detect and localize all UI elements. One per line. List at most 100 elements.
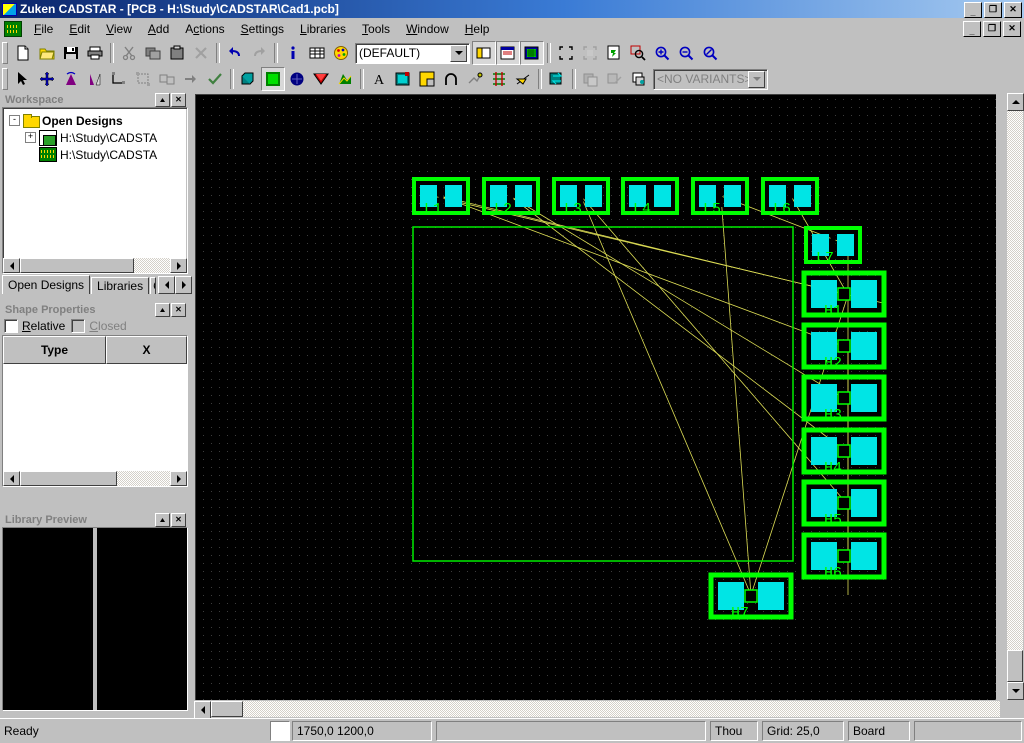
save-icon[interactable] bbox=[59, 41, 83, 65]
scroll-up-button[interactable] bbox=[1007, 93, 1024, 111]
library-pin-button[interactable] bbox=[155, 512, 170, 527]
scroll-thumb[interactable] bbox=[20, 258, 134, 273]
menu-settings[interactable]: Settings bbox=[233, 20, 292, 38]
menu-libraries[interactable]: Libraries bbox=[292, 20, 354, 38]
tab-custom[interactable]: Cu bbox=[150, 277, 157, 294]
mirror-icon[interactable] bbox=[83, 67, 107, 91]
new-icon[interactable] bbox=[11, 41, 35, 65]
workspace-hscrollbar[interactable] bbox=[3, 258, 187, 273]
colour-palette-icon[interactable] bbox=[329, 41, 353, 65]
scroll-track[interactable] bbox=[243, 701, 1000, 717]
workspace-pin-button[interactable] bbox=[155, 92, 170, 107]
chevron-down-icon[interactable] bbox=[450, 44, 467, 62]
arc-icon[interactable] bbox=[439, 67, 463, 91]
scroll-track[interactable] bbox=[117, 471, 170, 486]
tab-libraries[interactable]: Libraries bbox=[91, 277, 150, 294]
zoom-redraw-icon[interactable] bbox=[602, 41, 626, 65]
scroll-thumb[interactable] bbox=[211, 701, 243, 717]
tab-scroll-right-button[interactable] bbox=[175, 276, 193, 294]
column-header-x[interactable]: X bbox=[106, 336, 187, 364]
relative-checkbox[interactable] bbox=[4, 319, 18, 333]
components-3d-icon[interactable] bbox=[237, 67, 261, 91]
library-close-button[interactable]: ✕ bbox=[171, 512, 186, 527]
copy-icon[interactable] bbox=[141, 41, 165, 65]
text-a-icon[interactable]: A bbox=[367, 67, 391, 91]
move-icon[interactable] bbox=[35, 67, 59, 91]
menu-view[interactable]: View bbox=[98, 20, 140, 38]
scroll-left-button[interactable] bbox=[3, 471, 20, 486]
zoom-in-icon[interactable] bbox=[650, 41, 674, 65]
copper-pour-icon[interactable] bbox=[285, 67, 309, 91]
scroll-left-button[interactable] bbox=[3, 258, 20, 273]
zoom-selection-icon[interactable] bbox=[578, 41, 602, 65]
menu-edit[interactable]: Edit bbox=[61, 20, 98, 38]
close-button[interactable]: ✕ bbox=[1004, 2, 1022, 18]
workspace-close-button[interactable]: ✕ bbox=[171, 92, 186, 107]
print-icon[interactable] bbox=[83, 41, 107, 65]
tree-node-pcb[interactable]: H:\Study\CADSTA bbox=[9, 146, 187, 163]
net-icon[interactable] bbox=[487, 67, 511, 91]
open-folder-icon[interactable] bbox=[35, 41, 59, 65]
swap-icon[interactable] bbox=[545, 67, 569, 91]
zoom-previous-icon[interactable] bbox=[698, 41, 722, 65]
cut-scissors-icon[interactable] bbox=[117, 41, 141, 65]
shape-grid-body[interactable] bbox=[3, 364, 187, 471]
variant-combo[interactable]: <NO VARIANTS> bbox=[653, 68, 768, 90]
delete-x-icon[interactable] bbox=[189, 41, 213, 65]
figure-icon[interactable] bbox=[333, 67, 357, 91]
layers-icon[interactable] bbox=[472, 41, 496, 65]
undo-arrow-icon[interactable] bbox=[223, 41, 247, 65]
variant-c-icon[interactable] bbox=[627, 67, 651, 91]
variant-a-icon[interactable] bbox=[579, 67, 603, 91]
scroll-thumb[interactable] bbox=[1007, 650, 1023, 682]
testpoint-icon[interactable] bbox=[391, 67, 415, 91]
ungroup-icon[interactable] bbox=[155, 67, 179, 91]
canvas-vscrollbar[interactable] bbox=[1007, 93, 1024, 700]
toolbar-grip[interactable] bbox=[2, 68, 8, 90]
canvas-hscrollbar[interactable] bbox=[194, 701, 1000, 719]
toolbar-grip[interactable] bbox=[2, 42, 8, 64]
tree-node-schematic[interactable]: + H:\Study\CADSTA bbox=[9, 129, 187, 146]
check-icon[interactable] bbox=[203, 67, 227, 91]
minimize-button[interactable]: _ bbox=[964, 2, 982, 18]
grids-icon[interactable] bbox=[520, 41, 544, 65]
library-preview-left[interactable] bbox=[3, 528, 93, 710]
zoom-out-icon[interactable] bbox=[674, 41, 698, 65]
dimension-icon[interactable] bbox=[511, 67, 535, 91]
menu-actions[interactable]: Actions bbox=[177, 20, 232, 38]
tree-expander-icon[interactable]: - bbox=[9, 115, 20, 126]
scroll-right-button[interactable] bbox=[170, 471, 187, 486]
chevron-down-icon[interactable] bbox=[748, 70, 765, 88]
sheets-icon[interactable] bbox=[496, 41, 520, 65]
template-icon[interactable] bbox=[309, 67, 333, 91]
pad-icon[interactable] bbox=[415, 67, 439, 91]
scroll-down-button[interactable] bbox=[1007, 682, 1024, 700]
pcb-drawing[interactable]: L1 L2 L3 L4 L5 L6 L7 H1 H2 H3 H4 H5 H6 H7 bbox=[196, 95, 996, 700]
change-shape-icon[interactable] bbox=[107, 67, 131, 91]
scroll-left-button[interactable] bbox=[194, 701, 211, 719]
tree-node-open-designs[interactable]: - Open Designs bbox=[9, 112, 187, 129]
menu-window[interactable]: Window bbox=[398, 20, 457, 38]
area-fill-icon[interactable] bbox=[261, 67, 285, 91]
tab-open-designs[interactable]: Open Designs bbox=[2, 275, 91, 294]
colour-scheme-combo[interactable]: (DEFAULT) bbox=[355, 42, 470, 64]
tab-scroll-left-button[interactable] bbox=[158, 276, 176, 294]
shape-close-button[interactable]: ✕ bbox=[171, 302, 186, 317]
workspace-tree[interactable]: - Open Designs + H:\Study\CADSTA H:\Stud… bbox=[3, 108, 187, 163]
mdi-restore-button[interactable]: ❐ bbox=[983, 21, 1001, 37]
column-header-type[interactable]: Type bbox=[3, 336, 106, 364]
info-icon[interactable] bbox=[281, 41, 305, 65]
report-grid-icon[interactable] bbox=[305, 41, 329, 65]
shape-pin-button[interactable] bbox=[155, 302, 170, 317]
mdi-minimize-button[interactable]: _ bbox=[963, 21, 981, 37]
route-icon[interactable] bbox=[463, 67, 487, 91]
redo-arrow-icon[interactable] bbox=[247, 41, 271, 65]
scroll-track[interactable] bbox=[1007, 111, 1023, 650]
rotate-icon[interactable] bbox=[59, 67, 83, 91]
scroll-right-button[interactable] bbox=[170, 258, 187, 273]
menu-tools[interactable]: Tools bbox=[354, 20, 398, 38]
mdi-close-button[interactable]: ✕ bbox=[1003, 21, 1021, 37]
relative-checkbox-row[interactable]: Relative bbox=[2, 318, 65, 334]
tree-expander-icon[interactable]: + bbox=[25, 132, 36, 143]
shape-grid-hscrollbar[interactable] bbox=[3, 471, 187, 486]
